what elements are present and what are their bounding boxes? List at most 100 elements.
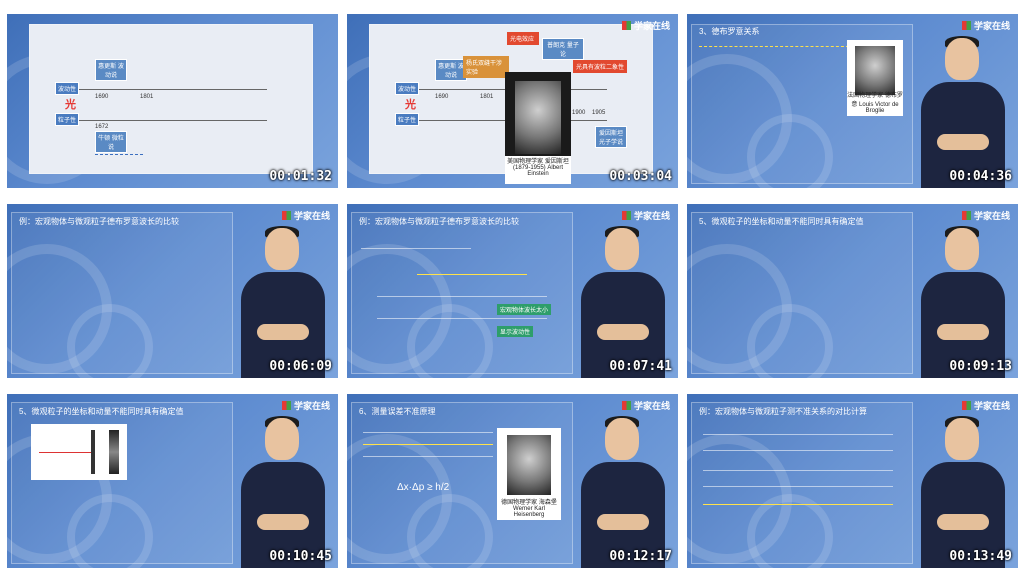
- slide-title: 5、微观粒子的坐标和动量不能同时具有确定值: [699, 217, 864, 226]
- brand-logo: 学家在线: [621, 19, 670, 32]
- brand-logo: 学家在线: [281, 399, 330, 412]
- diffraction-diagram: [31, 424, 127, 480]
- presenter: [575, 226, 671, 378]
- thumbnail-7[interactable]: 学家在线 5、微观粒子的坐标和动量不能同时具有确定值 00:10:45: [7, 394, 338, 568]
- presenter: [915, 416, 1011, 568]
- einstein-caption: 美国物理学家 爱因斯坦 (1879-1955) Albert Einstein: [505, 156, 571, 184]
- timestamp: 00:09:13: [949, 359, 1012, 374]
- formula-line: [361, 248, 471, 249]
- timeline-box-g: 光具有波粒二象性: [573, 60, 627, 73]
- timestamp: 00:01:32: [269, 169, 332, 184]
- thumbnail-2[interactable]: 学家在线 波动性 光 粒子性 惠更斯 波动说 杨氏双缝干涉实验 光电效应 普朗克…: [347, 14, 678, 188]
- timestamp: 00:13:49: [949, 549, 1012, 564]
- portrait-face: [514, 80, 562, 154]
- thumbnail-3[interactable]: 学家在线 3、德布罗意关系 法国物理学家 德布罗意 Louis Victor d…: [687, 14, 1018, 188]
- thumbnail-5[interactable]: 学家在线 例：宏观物体与微观粒子德布罗意波长的比较 宏观物体波长太小 显示波动性…: [347, 204, 678, 378]
- logo-icon: [281, 211, 291, 220]
- row1-label: 波动性: [55, 82, 80, 95]
- text-line: [377, 296, 547, 297]
- slide-title: 例：宏观物体与微观粒子德布罗意波长的比较: [359, 217, 519, 226]
- thumbnail-4[interactable]: 学家在线 例：宏观物体与微观粒子德布罗意波长的比较 00:06:09: [7, 204, 338, 378]
- text-line: [703, 434, 893, 435]
- logo-icon: [961, 21, 971, 30]
- year-1690: 1690: [95, 94, 109, 100]
- logo-icon: [961, 211, 971, 220]
- top-strip: [0, 0, 1023, 14]
- wave-line: [397, 89, 607, 90]
- slide-area: [691, 212, 913, 374]
- thumbnail-grid: 波动性 光 粒子性 惠更斯 波动说 牛顿 微粒说 1690 1801 1672 …: [7, 14, 1019, 570]
- thumbnail-8[interactable]: 学家在线 6、测量误差不准原理 Δx·Δp ≥ h/2 德国物理学家 海森堡 W…: [347, 394, 678, 568]
- timeline-box-c: 杨氏双缝干涉实验: [463, 56, 509, 78]
- year-1672: 1672: [95, 124, 109, 130]
- timestamp: 00:07:41: [609, 359, 672, 374]
- formula-line: [417, 274, 527, 275]
- range-arrow: [95, 154, 143, 155]
- highlight-badge-1: 宏观物体波长太小: [497, 304, 552, 315]
- slide-title: 例：宏观物体与微观粒子德布罗意波长的比较: [19, 217, 179, 226]
- slide-title: 例：宏观物体与微观粒子测不准关系的对比计算: [699, 407, 867, 416]
- timestamp: 00:10:45: [269, 549, 332, 564]
- brand-logo: 学家在线: [281, 209, 330, 222]
- highlight-badge-2: 显示波动性: [497, 326, 534, 337]
- brand-logo: 学家在线: [621, 209, 670, 222]
- thumbnail-9[interactable]: 学家在线 例：宏观物体与微观粒子测不准关系的对比计算 00:13:49: [687, 394, 1018, 568]
- debroglie-caption: 法国物理学家 德布罗意 Louis Victor de Broglie: [847, 93, 903, 114]
- timeline-box-a: 惠更斯 波动说: [95, 59, 127, 81]
- uncertainty-formula: Δx·Δp ≥ h/2: [397, 482, 450, 493]
- year-1690: 1690: [435, 94, 449, 100]
- debroglie-portrait: 法国物理学家 德布罗意 Louis Victor de Broglie: [847, 40, 903, 116]
- logo-icon: [961, 401, 971, 410]
- formula-line: [703, 450, 893, 451]
- slide-title: 3、德布罗意关系: [699, 27, 760, 36]
- slide-title: 6、测量误差不准原理: [359, 407, 436, 416]
- text-line: [703, 470, 893, 471]
- text-line: [363, 456, 493, 457]
- logo-icon: [621, 401, 631, 410]
- thumbnail-6[interactable]: 学家在线 5、微观粒子的坐标和动量不能同时具有确定值 00:09:13: [687, 204, 1018, 378]
- timestamp: 00:03:04: [609, 169, 672, 184]
- timestamp: 00:06:09: [269, 359, 332, 374]
- logo-icon: [621, 211, 631, 220]
- text-line: [377, 318, 547, 319]
- presenter: [235, 416, 331, 568]
- timestamp: 00:04:36: [949, 169, 1012, 184]
- heisenberg-caption: 德国物理学家 海森堡 Werner Karl Heisenberg: [501, 500, 557, 518]
- row1-label: 波动性: [395, 82, 420, 95]
- timeline-box-f: 爱因斯坦 光子学说: [595, 126, 627, 148]
- highlight-line: [699, 46, 849, 47]
- slide-area: [11, 212, 233, 374]
- year-1801: 1801: [480, 94, 494, 100]
- brand-logo: 学家在线: [961, 209, 1010, 222]
- heisenberg-portrait: 德国物理学家 海森堡 Werner Karl Heisenberg: [497, 428, 561, 520]
- brand-logo: 学家在线: [961, 399, 1010, 412]
- timeline-box-d: 光电效应: [507, 32, 539, 45]
- year-1801: 1801: [140, 94, 154, 100]
- row2-label: 粒子性: [55, 113, 80, 126]
- thumbnail-1[interactable]: 波动性 光 粒子性 惠更斯 波动说 牛顿 微粒说 1690 1801 1672 …: [7, 14, 338, 188]
- logo-icon: [621, 21, 631, 30]
- year-1905: 1905: [592, 110, 606, 116]
- portrait-face: [506, 435, 552, 496]
- timeline-box-b: 牛顿 微粒说: [95, 131, 127, 153]
- light-label: 光: [405, 99, 416, 111]
- wave-line: [57, 89, 267, 90]
- text-line: [363, 444, 493, 445]
- row2-label: 粒子性: [395, 113, 420, 126]
- presenter: [915, 226, 1011, 378]
- logo-icon: [281, 401, 291, 410]
- year-1900: 1900: [572, 110, 586, 116]
- particle-line: [397, 120, 607, 121]
- slide-area: [351, 212, 573, 374]
- einstein-portrait: 美国物理学家 爱因斯坦 (1879-1955) Albert Einstein: [505, 72, 571, 184]
- text-line: [363, 432, 493, 433]
- brand-logo: 学家在线: [961, 19, 1010, 32]
- light-label: 光: [65, 99, 76, 111]
- timeline-box-e: 普朗克 量子论: [542, 38, 584, 60]
- portrait-face: [855, 46, 895, 96]
- presenter: [235, 226, 331, 378]
- formula-line: [703, 486, 893, 487]
- brand-logo: 学家在线: [621, 399, 670, 412]
- slide-area: [691, 402, 913, 564]
- timestamp: 00:12:17: [609, 549, 672, 564]
